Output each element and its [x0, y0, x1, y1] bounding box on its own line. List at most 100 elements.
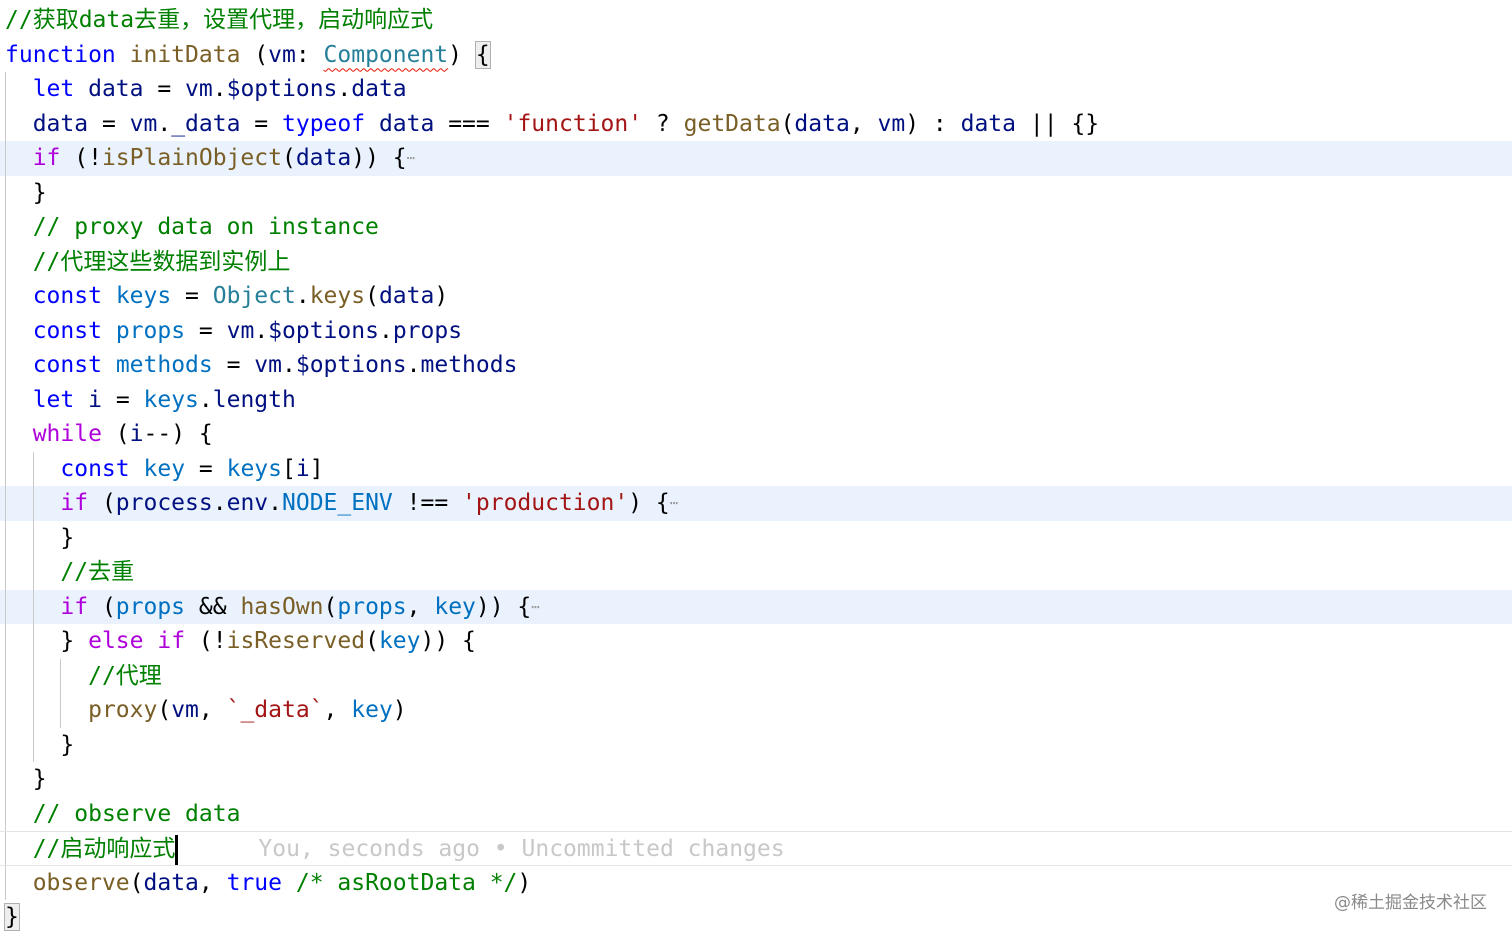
code-token: true [226, 869, 282, 896]
code-line[interactable]: //代理 [0, 658, 1512, 693]
code-token: --) { [143, 421, 213, 447]
indent-guide [32, 555, 34, 590]
fold-ellipsis-icon[interactable]: ⋯ [407, 150, 415, 166]
code-line[interactable]: if (!isPlainObject(data)) {⋯ [0, 141, 1512, 176]
code-token: getData [683, 110, 781, 137]
code-token: props [115, 317, 186, 344]
code-line[interactable]: let data = vm.$options.data [0, 72, 1512, 107]
indent-guide [5, 727, 6, 762]
code-line[interactable]: const methods = vm.$options.methods [0, 348, 1512, 383]
code-token: , [198, 697, 227, 723]
fold-ellipsis-icon[interactable]: ⋯ [531, 599, 539, 615]
code-token: ( [157, 697, 172, 723]
code-token: , [323, 697, 352, 723]
code-line[interactable]: //获取data去重，设置代理，启动响应式 [0, 3, 1512, 38]
code-token: props [337, 593, 407, 620]
code-token: //获取data去重，设置代理，启动响应式 [5, 7, 434, 33]
indent-guide [5, 832, 6, 865]
code-token: //代理这些数据到实例上 [32, 248, 291, 275]
code-token: ( [780, 110, 795, 137]
code-token: process [115, 490, 213, 516]
code-token: data [143, 869, 199, 896]
fold-ellipsis-icon[interactable]: ⋯ [670, 495, 678, 511]
code-token: `_data` [226, 697, 324, 723]
code-line[interactable]: } [0, 762, 1512, 797]
code-token: } [60, 628, 89, 654]
code-token: && [185, 593, 241, 620]
code-line[interactable]: //启动响应式 You, seconds ago • Uncommitted ch… [0, 831, 1512, 866]
code-line[interactable]: //去重 [0, 555, 1512, 590]
code-line[interactable]: //代理这些数据到实例上 [0, 244, 1512, 279]
code-token: ) [448, 41, 476, 68]
code-token: (! [60, 145, 102, 171]
code-token: )) { [475, 593, 532, 620]
code-token: i [295, 455, 310, 482]
code-token: vm [226, 317, 255, 344]
code-token: vm [268, 41, 296, 68]
code-token: . [268, 490, 282, 516]
code-token: /* asRootData */ [295, 869, 518, 896]
code-token: // proxy data on instance [32, 214, 379, 240]
code-line[interactable]: } else if (!isReserved(key)) { [0, 624, 1512, 659]
code-line[interactable]: while (i--) { [0, 417, 1512, 452]
code-token: = [88, 110, 130, 137]
code-line[interactable]: // observe data [0, 796, 1512, 831]
code-line[interactable]: } [0, 520, 1512, 555]
code-line[interactable]: let i = keys.length [0, 382, 1512, 417]
code-token: // observe data [32, 800, 241, 827]
code-token: if [157, 628, 186, 654]
indent-guide [5, 865, 6, 900]
indent-guide [5, 451, 6, 486]
code-token: length [212, 386, 296, 413]
code-token: data [295, 145, 352, 171]
indent-guide [5, 520, 6, 555]
code-token: $options [295, 352, 407, 378]
code-token: , [406, 593, 435, 620]
code-line[interactable]: } [0, 175, 1512, 210]
indent-guide [5, 417, 6, 452]
code-token: data [378, 283, 435, 309]
code-token: i [88, 386, 102, 413]
code-token: (! [185, 628, 227, 654]
code-line[interactable]: function initData (vm: Component) { [0, 38, 1512, 73]
code-token: const [32, 317, 102, 344]
code-line[interactable]: } [0, 900, 1512, 935]
code-token: data [351, 76, 407, 102]
code-line[interactable]: const keys = Object.keys(data) [0, 279, 1512, 314]
code-token: . [337, 76, 352, 102]
code-line[interactable]: if (process.env.NODE_ENV !== 'production… [0, 486, 1512, 521]
code-token: keys [143, 386, 199, 413]
code-token: . [282, 352, 296, 378]
indent-guide [5, 348, 6, 383]
code-token: env [226, 490, 269, 516]
code-line[interactable]: const key = keys[i] [0, 451, 1512, 486]
code-token: } [32, 179, 47, 206]
code-token: ) [517, 869, 532, 896]
code-line[interactable]: proxy(vm, `_data`, key) [0, 693, 1512, 728]
code-token: const [60, 455, 130, 482]
code-token: proxy [88, 697, 158, 723]
code-editor[interactable]: //获取data去重，设置代理，启动响应式 function initData (… [0, 3, 1512, 935]
indent-guide [5, 762, 6, 797]
code-line[interactable]: observe(data, true /* asRootData */) [0, 865, 1512, 900]
code-line[interactable]: } [0, 727, 1512, 762]
code-token: Component [323, 41, 449, 68]
code-line[interactable]: const props = vm.$options.props [0, 313, 1512, 348]
code-token: data [88, 76, 144, 102]
code-token: vm [877, 110, 906, 137]
code-line[interactable]: // proxy data on instance [0, 210, 1512, 245]
code-token: typeof [282, 110, 366, 137]
code-token: Object [212, 283, 296, 309]
code-line[interactable]: data = vm._data = typeof data === 'funct… [0, 106, 1512, 141]
indent-guide [60, 658, 62, 693]
text-cursor [175, 834, 179, 865]
code-token: . [406, 352, 421, 378]
code-line[interactable]: if (props && hasOwn(props, key)) {⋯ [0, 589, 1512, 624]
indent-guide [60, 693, 62, 728]
